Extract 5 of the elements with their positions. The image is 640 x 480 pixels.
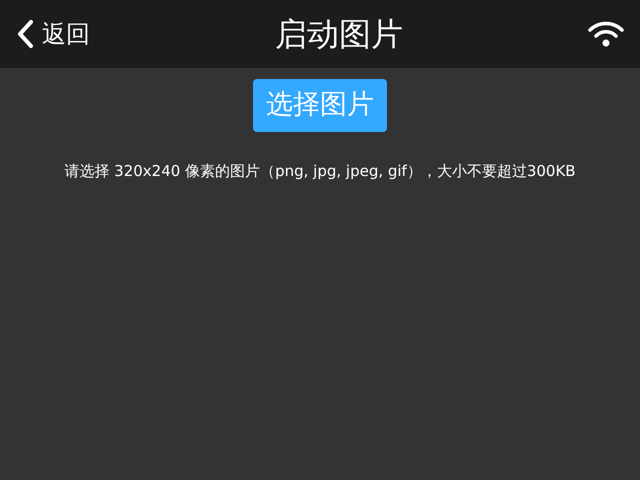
image-requirements-text: 请选择 320x240 像素的图片（png, jpg, jpeg, gif），大小不要超过300KB (64, 161, 576, 182)
wifi-icon (588, 20, 624, 48)
back-button[interactable]: 返回 (16, 16, 90, 52)
page-title: 启动图片 (275, 14, 403, 55)
back-chevron-icon (16, 19, 34, 49)
